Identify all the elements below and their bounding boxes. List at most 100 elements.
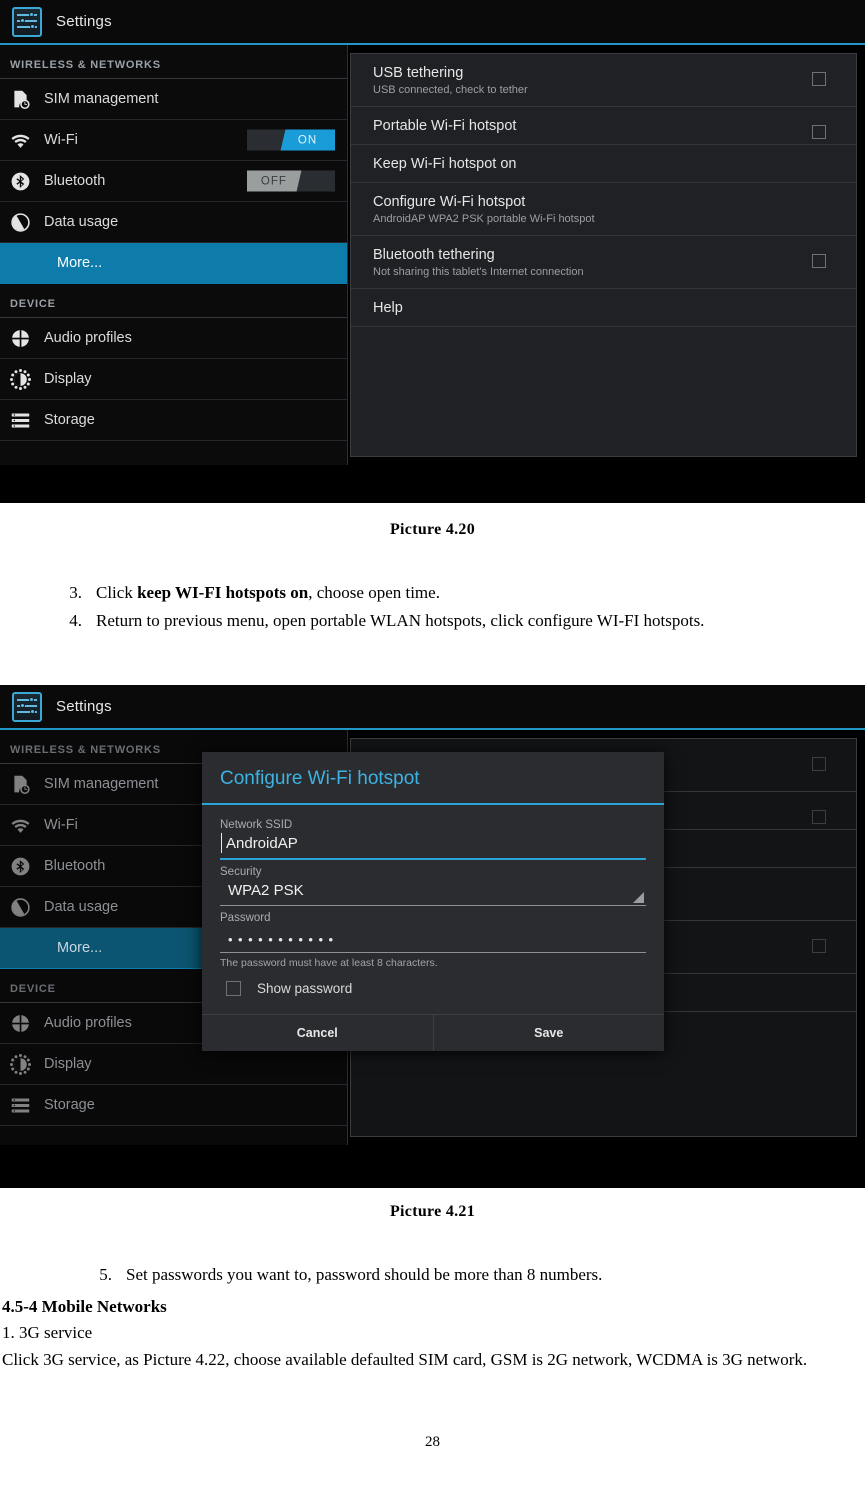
pane-row-bluetooth-tethering[interactable]: Bluetooth tethering Not sharing this tabl…: [351, 236, 856, 289]
toggle-state-label: OFF: [261, 175, 287, 187]
password-input[interactable]: •••••••••••: [220, 924, 646, 953]
screenshot-picture-4-20: Settings WIRELESS & NETWORKS SIM managem…: [0, 0, 865, 503]
tethering-pane[interactable]: USB tethering USB connected, check to tet…: [350, 53, 857, 457]
sidebar-item-label: More...: [57, 940, 103, 956]
data-usage-icon: [10, 897, 31, 918]
pane-row-usb-tethering[interactable]: USB tethering USB connected, check to tet…: [351, 54, 856, 107]
pane-row-title: Portable Wi-Fi hotspot: [373, 118, 517, 134]
list-item-text: Return to previous menu, open portable W…: [96, 611, 705, 631]
sidebar-item-label: More...: [57, 255, 103, 271]
settings-title-bar: Settings: [0, 0, 865, 45]
sim-card-icon: [10, 774, 31, 795]
caption-picture-4-21: Picture 4.21: [389, 1203, 476, 1220]
storage-icon: [10, 1095, 31, 1116]
sidebar-item-data-usage[interactable]: Data usage: [0, 202, 347, 243]
sidebar-item-label: Data usage: [44, 214, 119, 230]
sidebar-item-display[interactable]: Display: [0, 359, 347, 400]
settings-title-bar: Settings: [0, 685, 865, 730]
toggle-wi-fi[interactable]: ON: [247, 129, 335, 151]
text-caret: [221, 833, 222, 853]
bottom-body-text: 4.5-4 Mobile Networks 1. 3G service Clic…: [0, 1294, 865, 1373]
sliders-icon: [12, 6, 42, 37]
settings-sidebar[interactable]: WIRELESS & NETWORKS SIM management Wi-Fi…: [0, 45, 348, 465]
sidebar-item-label: Audio profiles: [44, 330, 132, 346]
pane-row-title: Bluetooth tethering: [373, 247, 495, 263]
pane-row-subtitle: USB connected, check to tether: [373, 84, 528, 96]
dialog-title: Configure Wi-Fi hotspot: [202, 752, 664, 805]
pane-row-title: Help: [373, 300, 403, 316]
sidebar-item-label: Wi-Fi: [44, 817, 78, 833]
app-title: Settings: [56, 698, 112, 715]
pane-row-portable-wi-fi-hotspot[interactable]: Portable Wi-Fi hotspot: [351, 107, 856, 145]
sidebar-item-audio-profiles[interactable]: Audio profiles: [0, 318, 347, 359]
display-brightness-icon: [10, 1053, 31, 1075]
pane-row-configure-wi-fi-hotspot[interactable]: Configure Wi-Fi hotspot AndroidAP WPA2 PS…: [351, 183, 856, 236]
sidebar-section-header: DEVICE: [0, 284, 347, 318]
sidebar-item-label: Storage: [44, 412, 95, 428]
ssid-label: Network SSID: [220, 819, 293, 831]
audio-profiles-icon: [10, 1012, 31, 1034]
sidebar-item-label: Display: [44, 1056, 92, 1072]
pane-row-subtitle: AndroidAP WPA2 PSK portable Wi-Fi hotspo…: [373, 213, 595, 225]
sidebar-item-storage[interactable]: Storage: [0, 400, 347, 441]
security-label: Security: [220, 866, 262, 878]
page-number: 28: [425, 1434, 440, 1450]
sidebar-section-header: WIRELESS & NETWORKS: [0, 45, 347, 79]
sidebar-item-label: Audio profiles: [44, 1015, 132, 1031]
display-brightness-icon: [10, 368, 31, 390]
save-button[interactable]: Save: [434, 1015, 665, 1051]
wifi-icon: [10, 130, 31, 151]
configure-wifi-hotspot-dialog[interactable]: Configure Wi-Fi hotspot Network SSID And…: [202, 752, 664, 1051]
cancel-button[interactable]: Cancel: [202, 1015, 434, 1051]
show-password-label: Show password: [257, 981, 353, 996]
pane-row-title: Configure Wi-Fi hotspot: [373, 194, 526, 210]
list-item-text: Click keep WI-FI hotspots on, choose ope…: [96, 583, 440, 602]
sidebar-item-wi-fi[interactable]: Wi-Fi ON: [0, 120, 347, 161]
sidebar-item-label: SIM management: [44, 776, 159, 792]
bluetooth-icon: [10, 171, 31, 192]
pane-row-help[interactable]: Help: [351, 289, 856, 327]
list-item: 4. Return to previous menu, open portable…: [60, 608, 847, 634]
show-password-row[interactable]: Show password: [226, 981, 646, 996]
data-usage-icon: [10, 212, 31, 233]
list-item-number: 5.: [99, 1265, 112, 1284]
list-item-number: 4.: [69, 611, 82, 631]
app-title: Settings: [56, 13, 112, 30]
sidebar-item-sim-management[interactable]: SIM management: [0, 79, 347, 120]
sidebar-item-label: Bluetooth: [44, 858, 106, 874]
checkbox[interactable]: [812, 125, 826, 139]
sidebar-item-label: Data usage: [44, 899, 119, 915]
navigation-bar: [0, 465, 865, 503]
ssid-value: AndroidAP: [226, 835, 298, 852]
steps-middle: 3. Click keep WI-FI hotspots on, choose o…: [0, 580, 865, 637]
checkbox[interactable]: [812, 939, 826, 953]
wifi-icon: [10, 815, 31, 836]
security-select[interactable]: WPA2 PSK: [220, 878, 646, 906]
pane-row-subtitle: Not sharing this tablet's Internet conne…: [373, 266, 584, 278]
list-item-text: Set passwords you want to, password shou…: [126, 1265, 603, 1284]
checkbox[interactable]: [812, 757, 826, 771]
sidebar-item-label: Display: [44, 371, 92, 387]
sliders-icon: [12, 691, 42, 722]
audio-profiles-icon: [10, 327, 31, 349]
sidebar-item-label: SIM management: [44, 91, 159, 107]
steps-bottom: 5. Set passwords you want to, password sh…: [0, 1262, 865, 1290]
checkbox[interactable]: [812, 254, 826, 268]
navigation-bar: [0, 1145, 865, 1188]
dropdown-arrow-icon: [633, 892, 644, 903]
pane-row-keep-wi-fi-hotspot-on[interactable]: Keep Wi-Fi hotspot on: [351, 145, 856, 183]
sidebar-item-storage[interactable]: Storage: [0, 1085, 347, 1126]
sidebar-item-bluetooth[interactable]: Bluetooth OFF: [0, 161, 347, 202]
sidebar-item-label: Wi-Fi: [44, 132, 78, 148]
ssid-input[interactable]: AndroidAP: [220, 831, 646, 860]
sidebar-item-more[interactable]: More...: [0, 243, 347, 284]
sidebar-item-label: Bluetooth: [44, 173, 106, 189]
show-password-checkbox[interactable]: [226, 981, 241, 996]
checkbox[interactable]: [812, 72, 826, 86]
toggle-bluetooth[interactable]: OFF: [247, 170, 335, 192]
sim-card-icon: [10, 89, 31, 110]
checkbox[interactable]: [812, 810, 826, 824]
list-item-number: 3.: [69, 583, 82, 602]
pane-row-title: Keep Wi-Fi hotspot on: [373, 156, 517, 172]
list-item: 5. Set passwords you want to, password sh…: [90, 1262, 847, 1288]
